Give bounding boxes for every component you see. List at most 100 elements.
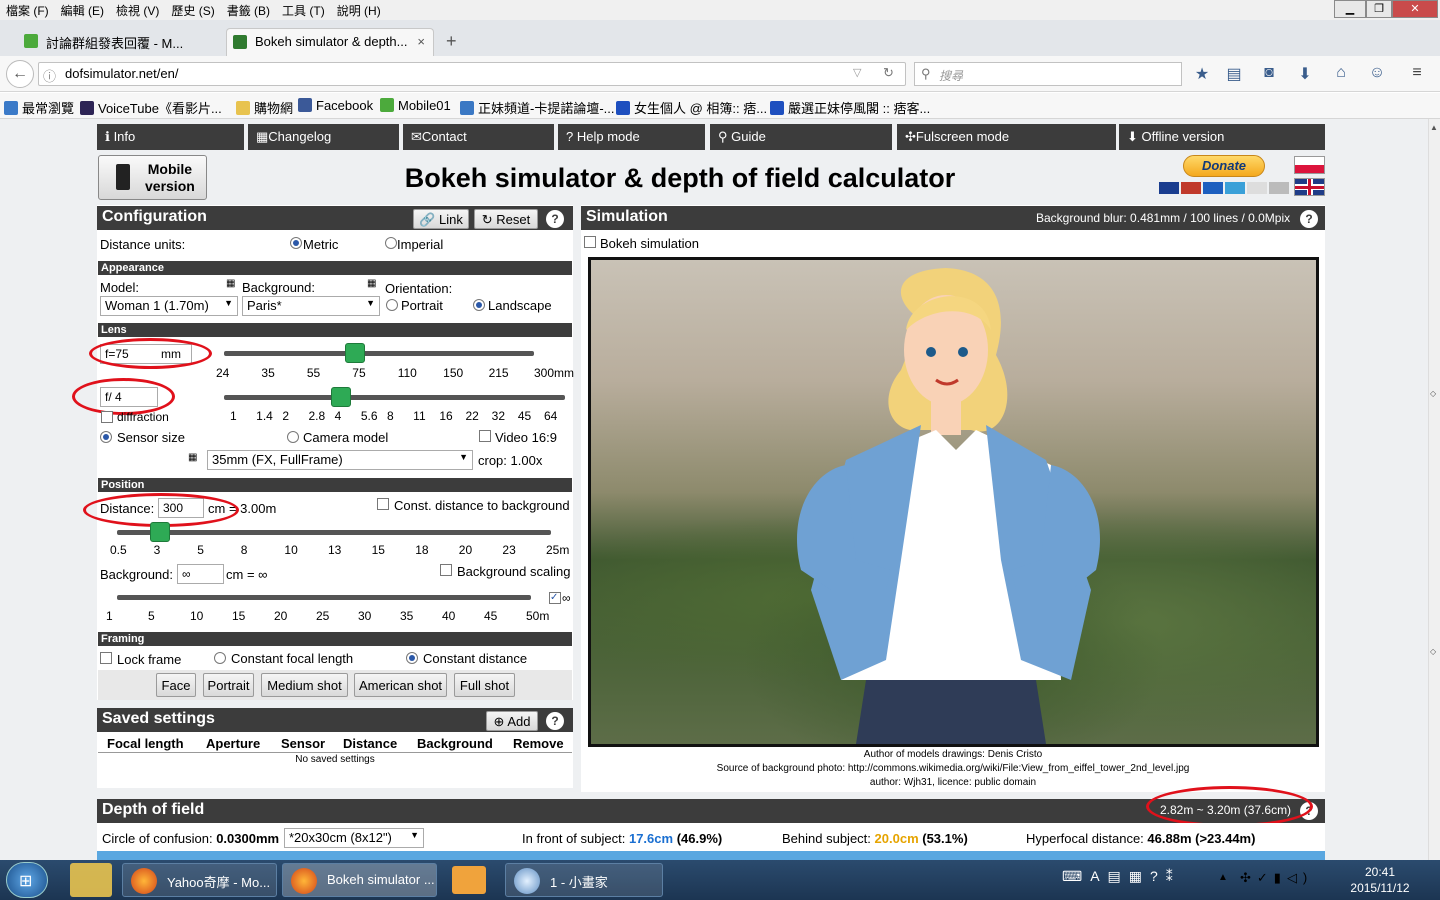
imperial-radio[interactable]	[385, 237, 397, 249]
close-window-button[interactable]: ✕	[1392, 0, 1438, 18]
restore-button[interactable]: ❐	[1366, 0, 1392, 18]
focal-slider-track[interactable]	[224, 351, 534, 356]
grid-icon[interactable]: ▦	[226, 278, 235, 289]
landscape-radio[interactable]	[473, 299, 485, 311]
page-scrollbar[interactable]: ▲ ◇ ◇	[1428, 119, 1440, 860]
bg-scaling-checkbox[interactable]	[440, 564, 452, 576]
start-button[interactable]: ⊞	[6, 862, 48, 898]
info-icon[interactable]: ⓘ	[43, 66, 56, 85]
nav-changelog[interactable]: ▦Changelog	[248, 124, 399, 150]
sensor-size-radio[interactable]	[100, 431, 112, 443]
reset-button[interactable]: ↻ Reset	[474, 209, 538, 229]
grid-icon[interactable]: ▦	[367, 278, 376, 289]
saved-help-icon[interactable]: ?	[546, 712, 564, 730]
polish-flag-icon[interactable]	[1294, 156, 1325, 174]
focal-slider-thumb[interactable]	[345, 343, 365, 363]
full-shot-button[interactable]: Full shot	[454, 673, 515, 697]
taskbar-yahoo[interactable]: Yahoo奇摩 - Mo...	[122, 863, 277, 897]
home-icon[interactable]: ⌂	[1330, 64, 1352, 84]
back-arrow-icon[interactable]: ←	[6, 60, 34, 88]
menu-history[interactable]: 歷史 (S)	[165, 0, 220, 19]
close-tab-icon[interactable]: ×	[417, 34, 425, 49]
metric-radio[interactable]	[290, 237, 302, 249]
bookmark-voicetube[interactable]: VoiceTube《看影片...	[80, 98, 222, 117]
face-shot-button[interactable]: Face	[156, 673, 196, 697]
reading-list-icon[interactable]: ▤	[1223, 64, 1245, 84]
bookmark-ck101[interactable]: 正妹頻道-卡提諾論壇-...	[460, 98, 615, 117]
aperture-slider-thumb[interactable]	[331, 387, 351, 407]
portrait-radio[interactable]	[386, 299, 398, 311]
bookmark-star-icon[interactable]: ★	[1191, 64, 1213, 84]
nav-contact[interactable]: ✉Contact	[403, 124, 554, 150]
american-shot-button[interactable]: American shot	[354, 673, 447, 697]
pocket-icon[interactable]: ◙	[1258, 64, 1280, 84]
hamburger-menu-icon[interactable]: ≡	[1406, 64, 1428, 84]
menu-help[interactable]: 說明 (H)	[331, 0, 387, 19]
bookmark-pixnet1[interactable]: 女生個人 @ 相簿:: 痞...	[616, 98, 767, 117]
uk-flag-icon[interactable]	[1294, 178, 1325, 196]
new-tab-icon[interactable]: +	[446, 31, 457, 52]
mobile-version-button[interactable]: Mobile version	[98, 155, 207, 200]
media-player-icon[interactable]	[452, 866, 486, 894]
bg-slider-track[interactable]	[117, 595, 531, 600]
infinity-checkbox[interactable]: ✓	[549, 592, 561, 604]
tab-bokeh[interactable]: Bokeh simulator & depth... ×	[226, 28, 434, 56]
simulation-help-icon[interactable]: ?	[1300, 210, 1318, 228]
nav-help-mode[interactable]: ? Help mode	[558, 124, 705, 150]
const-focal-radio[interactable]	[214, 652, 226, 664]
distance-slider-thumb[interactable]	[150, 522, 170, 542]
menu-edit[interactable]: 編輯 (E)	[55, 0, 110, 19]
minimize-button[interactable]: ▁	[1334, 0, 1366, 18]
bookmark-shopping[interactable]: 購物網	[236, 98, 293, 117]
menu-file[interactable]: 檔案 (F)	[0, 0, 55, 19]
reload-icon[interactable]: ↻	[883, 65, 894, 81]
const-distance-radio[interactable]	[406, 652, 418, 664]
medium-shot-button[interactable]: Medium shot	[261, 673, 348, 697]
menu-bookmarks[interactable]: 書籤 (B)	[221, 0, 276, 19]
coc-select[interactable]: *20x30cm (8x12") ▼	[284, 828, 424, 848]
nav-info[interactable]: ℹ Info	[97, 124, 244, 150]
donate-button[interactable]: Donate	[1183, 155, 1265, 177]
search-box[interactable]: ⚲ 搜尋	[914, 62, 1182, 86]
download-icon[interactable]: ⬇	[1294, 64, 1316, 84]
nav-offline[interactable]: ⬇ Offline version	[1119, 124, 1325, 150]
bookmark-facebook[interactable]: Facebook	[298, 98, 373, 113]
bookmark-most-visited[interactable]: 最常瀏覽	[4, 98, 74, 117]
nav-fullscreen[interactable]: ✣Fulscreen mode	[897, 124, 1116, 150]
taskbar-paint[interactable]: 1 - 小畫家	[505, 863, 663, 897]
bg-distance-input[interactable]: ∞	[177, 564, 224, 584]
menu-view[interactable]: 檢視 (V)	[110, 0, 165, 19]
bokeh-favicon-icon	[233, 35, 247, 49]
background-select[interactable]: Paris* ▼	[242, 296, 380, 316]
tray-icons[interactable]: ⌨A▤▦?⁑	[1062, 868, 1222, 890]
menu-tools[interactable]: 工具 (T)	[276, 0, 331, 19]
diffraction-checkbox[interactable]	[101, 411, 113, 423]
tray-arrow-icon[interactable]: ▲	[1218, 872, 1228, 883]
const-distance-checkbox[interactable]	[377, 498, 389, 510]
distance-slider-track[interactable]	[117, 530, 551, 535]
system-tray-icons[interactable]: ✣✓▮◁)	[1240, 870, 1313, 886]
chat-icon[interactable]: ☺	[1366, 64, 1388, 84]
video-checkbox[interactable]	[479, 430, 491, 442]
add-button[interactable]: ⊕ Add	[486, 711, 538, 731]
aperture-slider-track[interactable]	[224, 395, 565, 400]
lock-frame-checkbox[interactable]	[100, 652, 112, 664]
nav-guide[interactable]: ⚲ Guide	[710, 124, 892, 150]
url-bar[interactable]: ⓘ dofsimulator.net/en/ ▽ ↻	[38, 62, 906, 86]
file-explorer-icon[interactable]	[70, 863, 112, 897]
clock[interactable]: 20:41 2015/11/12	[1345, 864, 1415, 896]
portrait-shot-button[interactable]: Portrait	[203, 673, 254, 697]
taskbar-bokeh[interactable]: Bokeh simulator ...	[282, 863, 437, 897]
bokeh-checkbox[interactable]	[584, 236, 596, 248]
slider-tick-label: 35	[400, 609, 414, 623]
grid-icon[interactable]: ▦	[188, 452, 197, 463]
tab-forum[interactable]: 討論群組發表回覆 - M...	[18, 28, 223, 56]
link-button[interactable]: 🔗 Link	[413, 209, 469, 229]
model-select[interactable]: Woman 1 (1.70m) ▼	[100, 296, 238, 316]
bookmark-pixnet2[interactable]: 嚴選正妹停風閣 :: 痞客...	[770, 98, 930, 117]
bookmark-mobile01[interactable]: Mobile01	[380, 98, 451, 113]
dropdown-icon[interactable]: ▽	[853, 66, 861, 79]
config-help-icon[interactable]: ?	[546, 210, 564, 228]
sensor-select[interactable]: 35mm (FX, FullFrame) ▼	[207, 450, 473, 470]
camera-model-radio[interactable]	[287, 431, 299, 443]
